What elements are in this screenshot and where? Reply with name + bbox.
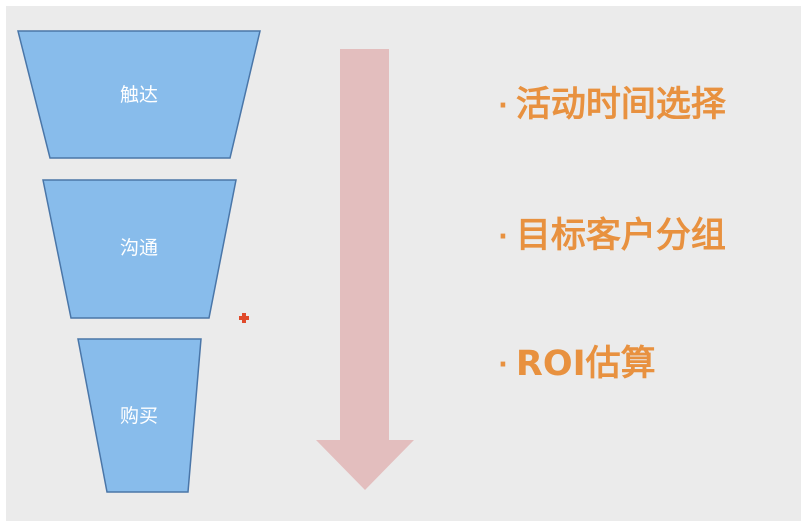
bullet-item-customer-grouping: · 目标客户分组	[498, 219, 726, 254]
funnel-stage-communicate-label: 沟通	[120, 237, 158, 259]
bullet-item-label: ROI估算	[515, 344, 656, 384]
funnel-stage-reach-label: 触达	[120, 84, 158, 106]
bullet-item-label: 活动时间选择	[515, 85, 726, 125]
bullet-item-activity-time: · 活动时间选择	[498, 88, 726, 123]
bullet-item-roi-estimate: · ROI估算	[498, 347, 656, 382]
bullet-dot-icon: ·	[498, 222, 508, 252]
bullet-dot-icon: ·	[498, 91, 508, 121]
slide-canvas: 触达 沟通 购买 · 活动时间选择 · 目标客户分组 · ROI估算	[0, 0, 805, 527]
red-cross-marker	[239, 313, 249, 323]
down-arrow	[316, 49, 414, 490]
bullet-dot-icon: ·	[498, 350, 508, 380]
bullet-item-label: 目标客户分组	[515, 216, 726, 256]
funnel-diagram: 触达 沟通 购买	[17, 30, 414, 493]
funnel-stage-purchase-label: 购买	[120, 405, 158, 427]
